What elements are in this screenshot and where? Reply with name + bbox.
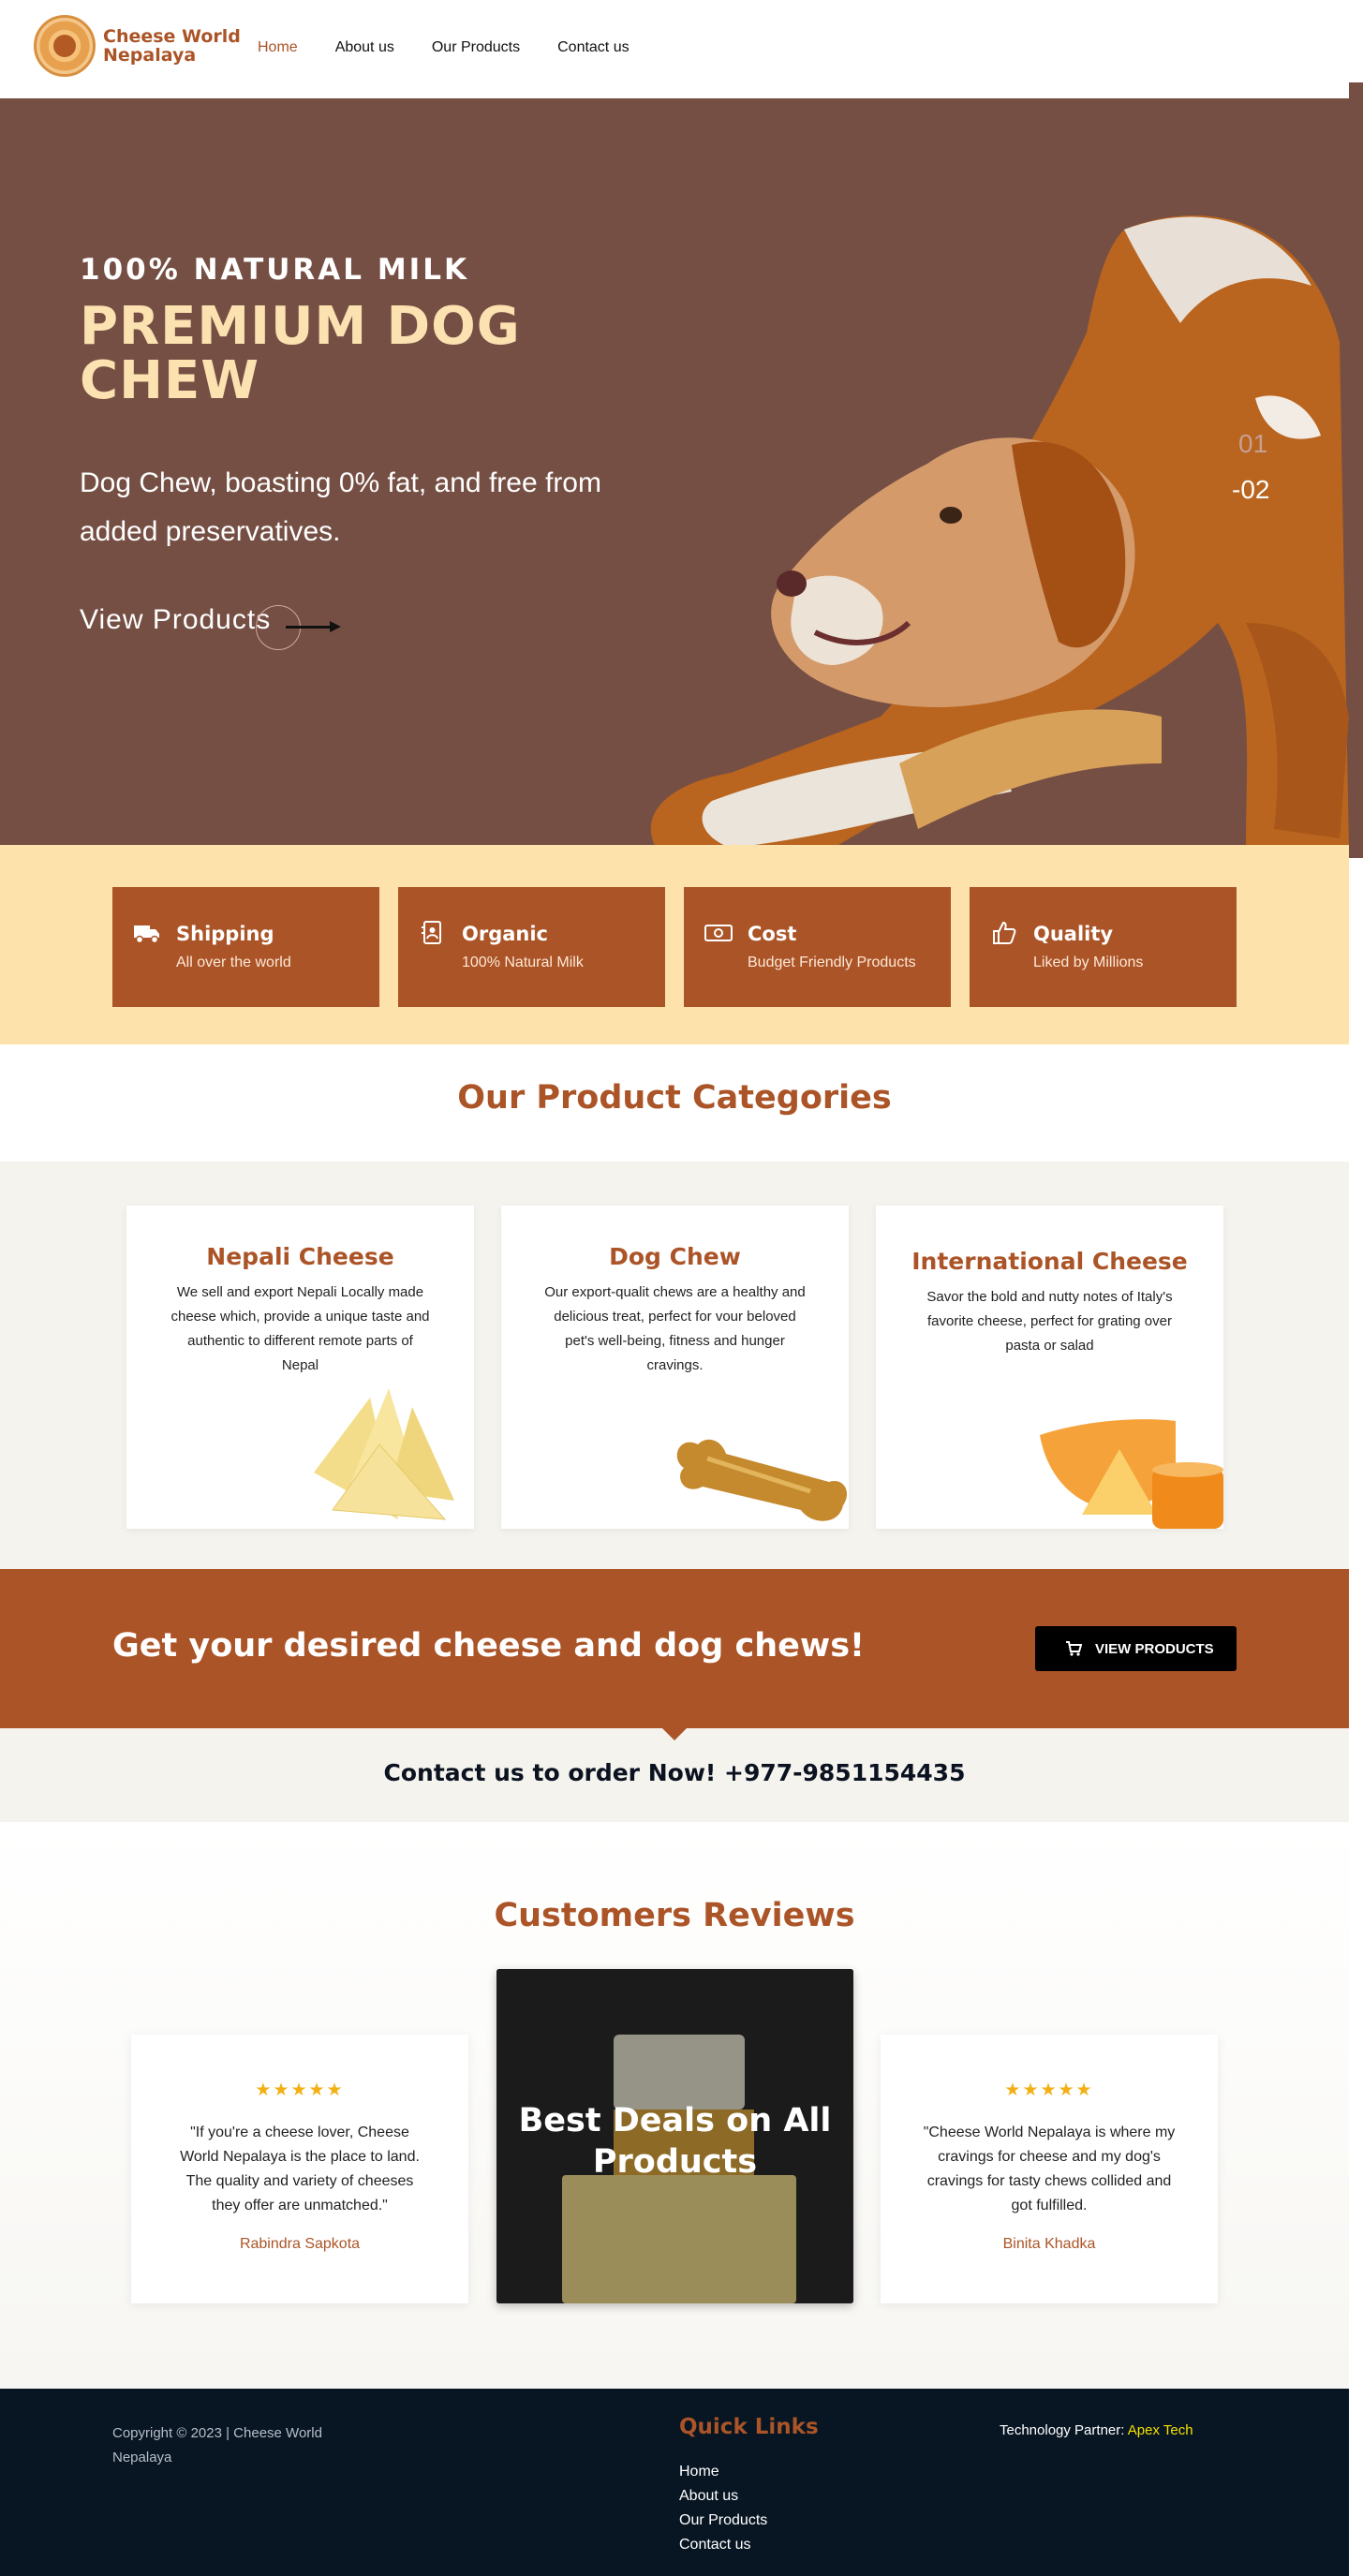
footer-link-home[interactable]: Home xyxy=(679,2460,767,2484)
feature-cost: Cost Budget Friendly Products xyxy=(684,887,951,1007)
truck-icon xyxy=(134,925,159,944)
nav-link-contact[interactable]: Contact us xyxy=(557,39,629,56)
footer-link-about[interactable]: About us xyxy=(679,2484,767,2509)
quick-links-title: Quick Links xyxy=(679,2415,819,2439)
feature-shipping: Shipping All over the world xyxy=(112,887,379,1007)
nav-menu: Home About us Our Products Contact us xyxy=(258,39,630,56)
brand-logo-icon[interactable] xyxy=(34,15,96,77)
feature-organic: Organic 100% Natural Milk xyxy=(398,887,665,1007)
hero-section: 100% NATURAL MILK PREMIUM DOG CHEW Dog C… xyxy=(0,98,1349,845)
slide-indicator-02[interactable]: -02 xyxy=(1232,475,1269,505)
footer: Copyright © 2023 | Cheese World Nepalaya… xyxy=(0,2389,1349,2576)
nepali-cheese-image xyxy=(314,1388,454,1520)
dog-image xyxy=(650,215,1349,845)
copyright-text: Copyright © 2023 | Cheese World Nepalaya xyxy=(112,2425,322,2465)
category-title: International Cheese xyxy=(911,1248,1188,1275)
category-card-nepali-cheese[interactable]: Nepali Cheese We sell and export Nepali … xyxy=(126,1206,474,1529)
categories-heading: Our Product Categories xyxy=(457,1079,892,1117)
quick-links-list: Home About us Our Products Contact us xyxy=(679,2460,767,2557)
hero-kicker: 100% NATURAL MILK xyxy=(80,253,469,287)
contact-card-icon xyxy=(422,921,441,944)
category-card-dog-chew[interactable]: Dog Chew Our export-qualit chews are a h… xyxy=(501,1206,849,1529)
hero-title: PREMIUM DOG CHEW xyxy=(80,296,521,411)
reviews-heading: Customers Reviews xyxy=(494,1897,855,1934)
review-card: ★★★★★ "If you're a cheese lover, Cheese … xyxy=(131,2035,468,2303)
review-author: Binita Khadka xyxy=(1002,2236,1096,2252)
feature-subtitle: All over the world xyxy=(176,955,291,970)
nav-link-home[interactable]: Home xyxy=(258,39,298,56)
category-card-international-cheese[interactable]: International Cheese Savor the bold and … xyxy=(876,1206,1223,1529)
brand-name-line2: Nepalaya xyxy=(103,45,197,66)
features-section: Shipping All over the world Organic 100%… xyxy=(0,845,1349,1044)
category-description: We sell and export Nepali Locally made c… xyxy=(170,1284,430,1373)
star-rating-icon: ★★★★★ xyxy=(1004,2080,1094,2100)
review-quote: "If you're a cheese lover, Cheese World … xyxy=(180,2124,420,2213)
category-title: Dog Chew xyxy=(609,1243,741,1270)
category-title: Nepali Cheese xyxy=(206,1243,394,1270)
hero-edge-strip xyxy=(1349,82,1363,858)
international-cheese-image xyxy=(1040,1419,1223,1529)
feature-title: Shipping xyxy=(176,923,274,945)
nav-link-about[interactable]: About us xyxy=(335,39,394,56)
review-quote: "Cheese World Nepalaya is where my cravi… xyxy=(923,2124,1176,2213)
feature-quality: Quality Liked by Millions xyxy=(970,887,1237,1007)
cart-icon xyxy=(1066,1641,1082,1656)
categories-section: Nepali Cheese We sell and export Nepali … xyxy=(0,1162,1349,1569)
feature-title: Organic xyxy=(462,923,549,945)
brand-name[interactable]: Cheese World Nepalaya xyxy=(103,27,241,65)
dog-chew-bone-image xyxy=(676,1439,848,1521)
cta-band-title: Get your desired cheese and dog chews! xyxy=(112,1627,866,1665)
review-card: ★★★★★ "Cheese World Nepalaya is where my… xyxy=(881,2035,1218,2303)
feature-subtitle: 100% Natural Milk xyxy=(462,955,584,970)
partner-link[interactable]: Apex Tech xyxy=(1128,2422,1193,2438)
deal-banner[interactable]: Best Deals on All Products xyxy=(496,1969,853,2303)
money-icon xyxy=(704,925,733,941)
review-author: Rabindra Sapkota xyxy=(239,2236,361,2252)
slide-indicator-01[interactable]: 01 xyxy=(1238,429,1267,459)
category-description: Savor the bold and nutty notes of Italy'… xyxy=(926,1289,1173,1354)
partner-label: Technology Partner: xyxy=(1000,2422,1125,2438)
arrow-head-icon xyxy=(330,621,341,632)
feature-title: Quality xyxy=(1033,923,1114,945)
technology-partner: Technology Partner: Apex Tech xyxy=(1000,2422,1193,2438)
category-description: Our export-qualit chews are a healthy an… xyxy=(544,1284,806,1373)
brand-name-line1: Cheese World xyxy=(103,26,241,47)
nav-link-products[interactable]: Our Products xyxy=(432,39,520,56)
top-navbar: Cheese World Nepalaya Home About us Our … xyxy=(0,0,1363,98)
view-products-button-label: VIEW PRODUCTS xyxy=(1095,1641,1214,1657)
arrow-right-icon[interactable] xyxy=(286,626,334,629)
hero-description: Dog Chew, boasting 0% fat, and free from… xyxy=(80,467,601,547)
contact-order-text: Contact us to order Now! +977-9851154435 xyxy=(383,1759,966,1786)
footer-link-contact[interactable]: Contact us xyxy=(679,2533,767,2557)
deal-banner-text: Best Deals on All Products xyxy=(518,2102,832,2181)
feature-title: Cost xyxy=(748,923,797,945)
view-products-button[interactable]: VIEW PRODUCTS xyxy=(1035,1626,1237,1671)
footer-link-products[interactable]: Our Products xyxy=(679,2509,767,2533)
cta-band: Get your desired cheese and dog chews! V… xyxy=(0,1569,1349,1728)
star-rating-icon: ★★★★★ xyxy=(255,2080,345,2100)
feature-subtitle: Liked by Millions xyxy=(1033,955,1144,970)
band-notch xyxy=(662,1728,687,1740)
view-products-link[interactable]: View Products xyxy=(80,604,271,636)
feature-subtitle: Budget Friendly Products xyxy=(748,955,916,970)
thumbs-up-icon xyxy=(993,921,1016,944)
